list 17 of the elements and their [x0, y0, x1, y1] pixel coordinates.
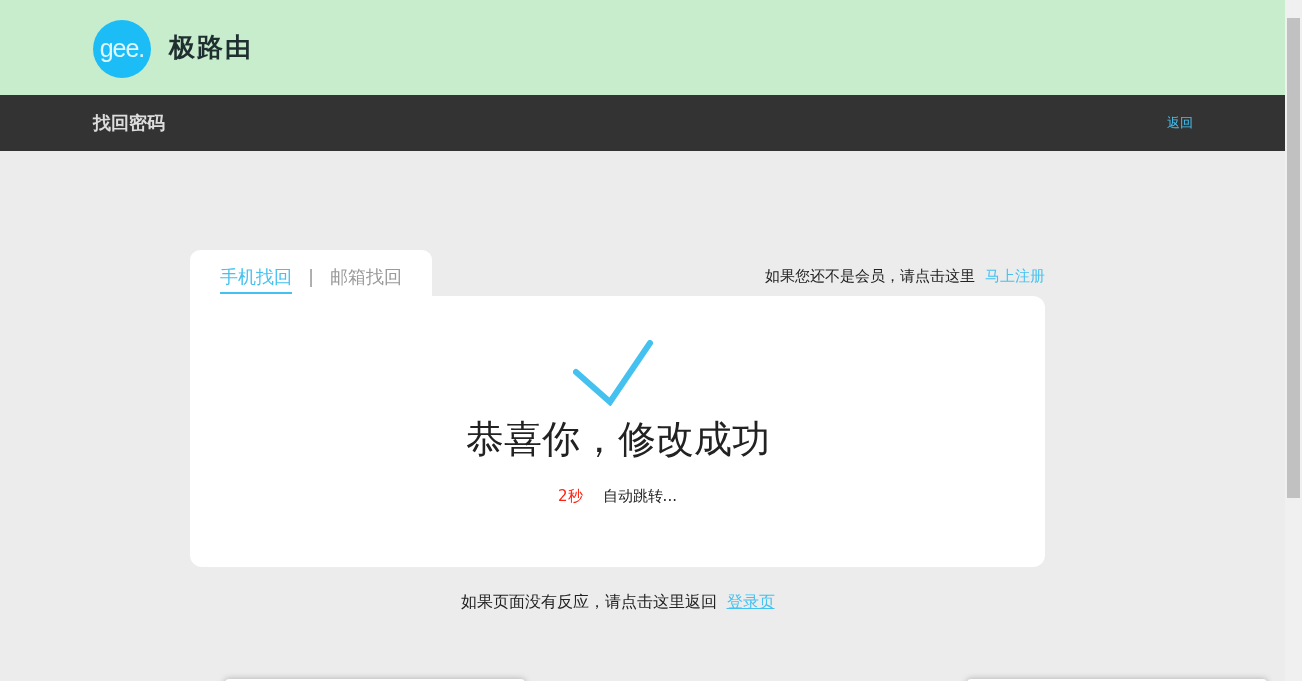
scrollbar-thumb[interactable] [1287, 18, 1300, 498]
register-link[interactable]: 马上注册 [985, 267, 1045, 286]
login-link[interactable]: 登录页 [726, 592, 775, 613]
tab[interactable]: 手机找回 [220, 264, 292, 294]
page-title: 找回密码 [93, 111, 165, 135]
register-prompt: 如果您还不是会员，请点击这里 [765, 267, 975, 286]
logo-badge: gee. [93, 19, 151, 78]
tab[interactable]: 邮箱找回 [330, 264, 403, 294]
back-link[interactable]: 返回 [1167, 114, 1193, 132]
success-message: 恭喜你，修改成功 [465, 416, 770, 463]
tab-separator: | [308, 266, 315, 289]
brand-name: 极路由 [169, 31, 253, 64]
checkmark-icon [572, 340, 653, 406]
countdown: 2秒 [558, 487, 583, 506]
redirect-text: 自动跳转... [602, 487, 677, 506]
fallback-prompt: 如果页面没有反应，请点击这里返回 [460, 592, 717, 613]
scrollbar[interactable] [1285, 0, 1302, 681]
